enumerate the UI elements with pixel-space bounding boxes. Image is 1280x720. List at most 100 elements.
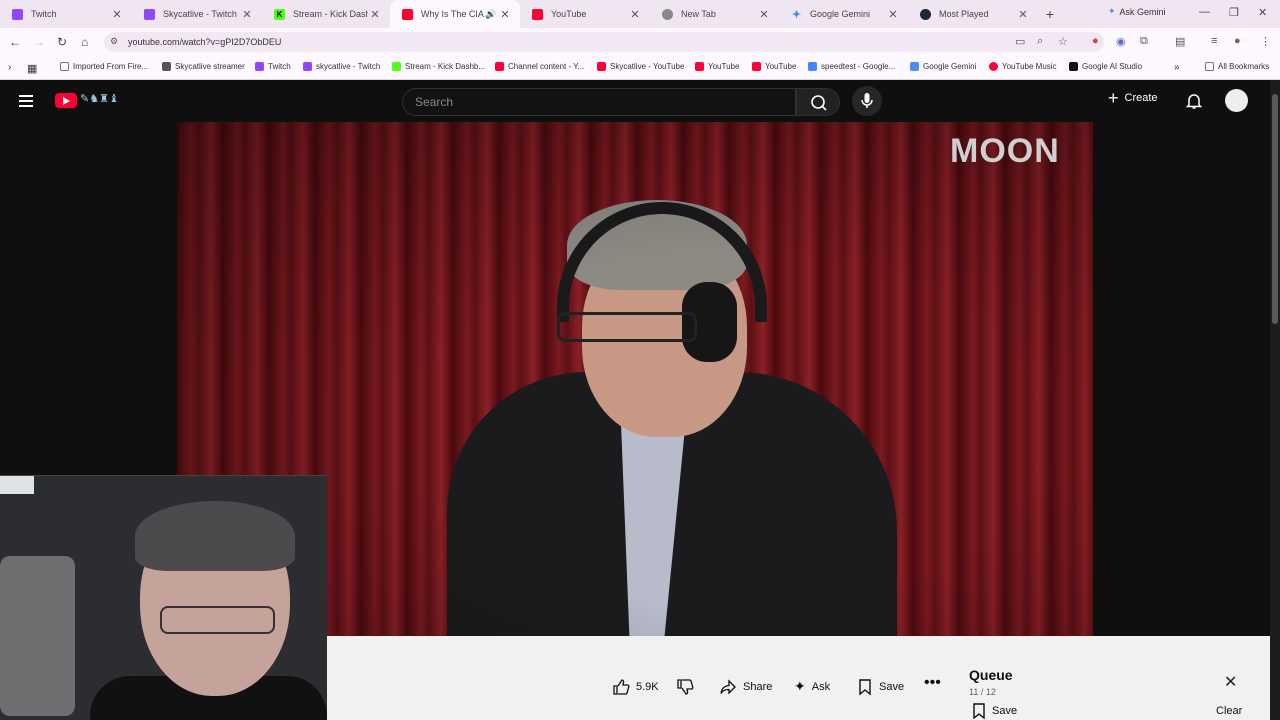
voice-search-button[interactable] (852, 86, 882, 116)
close-tab-icon[interactable]: ✕ (1016, 8, 1030, 21)
tab-google-gemini[interactable]: ✦ Google Gemini ✕ (779, 0, 908, 28)
home-icon[interactable]: ⌂ (81, 35, 88, 49)
video-watermark: MOON (950, 132, 1060, 170)
bookmark-label: Stream - Kick Dashb... (405, 62, 486, 71)
bookmark-skycatlive-twitch[interactable]: skycatlive - Twitch (303, 62, 380, 71)
like-count: 5.9K (636, 681, 659, 693)
ask-label: Ask (811, 680, 831, 693)
tab-kick-dashboard[interactable]: K Stream - Kick Dashboard ✕ (262, 0, 390, 28)
youtube-icon (597, 62, 606, 71)
back-icon[interactable]: ← (9, 35, 21, 49)
menu-icon[interactable] (19, 95, 33, 107)
side-panel-icon[interactable]: ▤ (1175, 35, 1185, 48)
share-label: Share (743, 681, 773, 693)
gemini-icon: ✦ (1108, 6, 1116, 16)
bookmark-youtube[interactable]: YouTube (752, 62, 796, 71)
close-window-icon[interactable]: ✕ (1258, 6, 1267, 19)
search-button[interactable] (796, 88, 840, 116)
minimize-icon[interactable]: — (1199, 6, 1210, 18)
forward-icon[interactable]: → (33, 35, 45, 49)
more-actions-icon[interactable]: ••• (924, 674, 941, 692)
tab-skycatlive-twitch[interactable]: Skycatlive - Twitch ✕ (132, 0, 262, 28)
webcam-person-hair (135, 501, 295, 571)
close-tab-icon[interactable]: ✕ (110, 8, 124, 21)
extension-icon[interactable]: ◉ (1116, 35, 1126, 48)
tab-cia-video[interactable]: Why Is The CIA Co... 🔊 ✕ (390, 0, 520, 28)
close-tab-icon[interactable]: ✕ (628, 8, 642, 21)
youtube-logo[interactable] (55, 93, 77, 108)
bookmarks-chevron-left-icon[interactable]: › (8, 62, 11, 73)
ask-button[interactable]: ✦ Ask (794, 678, 830, 695)
tab-new-tab[interactable]: New Tab ✕ (650, 0, 779, 28)
scrollbar-thumb[interactable] (1272, 94, 1278, 324)
search-box[interactable] (402, 88, 796, 116)
tab-title: YouTube (551, 9, 587, 19)
bookmark-label: Skycatlive - YouTube (610, 62, 685, 71)
ask-gemini-button[interactable]: ✦ Ask Gemini (1108, 6, 1166, 17)
close-tab-icon[interactable]: ✕ (886, 8, 900, 21)
youtube-icon (752, 62, 761, 71)
like-button[interactable]: 5.9K (612, 678, 659, 696)
tab-title: Twitch (31, 9, 57, 19)
extension-badge-icon[interactable]: ● (1092, 35, 1099, 47)
site-info-icon[interactable]: ⚙ (110, 36, 118, 47)
twitch-icon (303, 62, 312, 71)
new-tab-button[interactable]: + (1038, 6, 1062, 22)
kick-icon (392, 62, 401, 71)
all-bookmarks-label: All Bookmarks (1218, 62, 1270, 71)
queue-close-icon[interactable]: ✕ (1224, 672, 1237, 692)
youtube-doodle-icon[interactable]: ✎♞♜♝ (80, 92, 130, 108)
reload-icon[interactable]: ↻ (57, 35, 67, 49)
share-icon (720, 679, 736, 695)
bookmark-star-icon[interactable]: ☆ (1058, 35, 1068, 48)
more-bookmarks-icon[interactable]: » (1174, 62, 1180, 73)
extensions-puzzle-icon[interactable]: ⧉ (1140, 35, 1148, 48)
bookmark-channel-content[interactable]: Channel content - Y... (495, 62, 584, 71)
page-scrollbar[interactable] (1270, 80, 1280, 720)
install-app-icon[interactable]: ▭ (1015, 35, 1025, 48)
steam-icon (920, 8, 931, 20)
bookmark-speedtest[interactable]: speedtest - Google... (808, 62, 895, 71)
bookmark-skycatlive-streamer[interactable]: Skycatlive streamer (162, 62, 245, 71)
dislike-button[interactable] (676, 678, 694, 696)
close-tab-icon[interactable]: ✕ (757, 8, 771, 21)
profile-avatar-icon[interactable]: ● (1234, 35, 1241, 47)
close-tab-icon[interactable]: ✕ (498, 8, 512, 21)
apps-grid-icon[interactable]: ▦ (27, 62, 37, 75)
tab-title: Skycatlive - Twitch (163, 9, 237, 19)
tab-twitch[interactable]: Twitch ✕ (0, 0, 132, 28)
chrome-icon (662, 8, 673, 20)
youtube-icon (532, 8, 543, 20)
bookmark-google-ai-studio[interactable]: Google AI Studio (1069, 62, 1142, 71)
sparkle-icon: ✦ (794, 678, 806, 694)
tab-most-played[interactable]: Most Played ✕ (908, 0, 1038, 28)
audio-playing-icon[interactable]: 🔊 (484, 9, 498, 20)
zoom-icon[interactable]: ⌕ (1037, 35, 1043, 48)
save-button[interactable]: Save (857, 678, 904, 696)
close-tab-icon[interactable]: ✕ (368, 8, 382, 21)
queue-save-button[interactable]: Save (972, 703, 1017, 719)
bookmark-twitch[interactable]: Twitch (255, 62, 291, 71)
bookmark-label: skycatlive - Twitch (316, 62, 381, 71)
queue-clear-button[interactable]: Clear (1216, 705, 1242, 717)
notifications-button[interactable] (1185, 92, 1203, 115)
bookmark-label: YouTube (765, 62, 797, 71)
media-controls-icon[interactable]: ≡ (1211, 35, 1217, 47)
close-tab-icon[interactable]: ✕ (240, 8, 254, 21)
all-bookmarks-folder[interactable]: All Bookmarks (1205, 62, 1269, 71)
bookmark-kick-dashboard[interactable]: Stream - Kick Dashb... (392, 62, 485, 71)
account-avatar[interactable] (1225, 89, 1248, 112)
bookmark-skycatlive-youtube[interactable]: Skycatlive - YouTube (597, 62, 684, 71)
bookmark-youtube[interactable]: YouTube (695, 62, 739, 71)
browser-menu-icon[interactable]: ⋮ (1260, 35, 1271, 48)
tab-title: Google Gemini (810, 9, 871, 19)
search-input[interactable] (403, 89, 795, 115)
webcam-background (0, 556, 75, 716)
bookmark-google-gemini[interactable]: Google Gemini (910, 62, 976, 71)
tab-youtube[interactable]: YouTube ✕ (520, 0, 650, 28)
bookmark-imported-folder[interactable]: Imported From Fire... (60, 62, 148, 71)
share-button[interactable]: Share (719, 678, 772, 696)
create-button[interactable]: + Create (1108, 89, 1158, 107)
bookmark-youtube-music[interactable]: YouTube Music (989, 62, 1057, 71)
maximize-icon[interactable]: ❐ (1229, 6, 1239, 19)
